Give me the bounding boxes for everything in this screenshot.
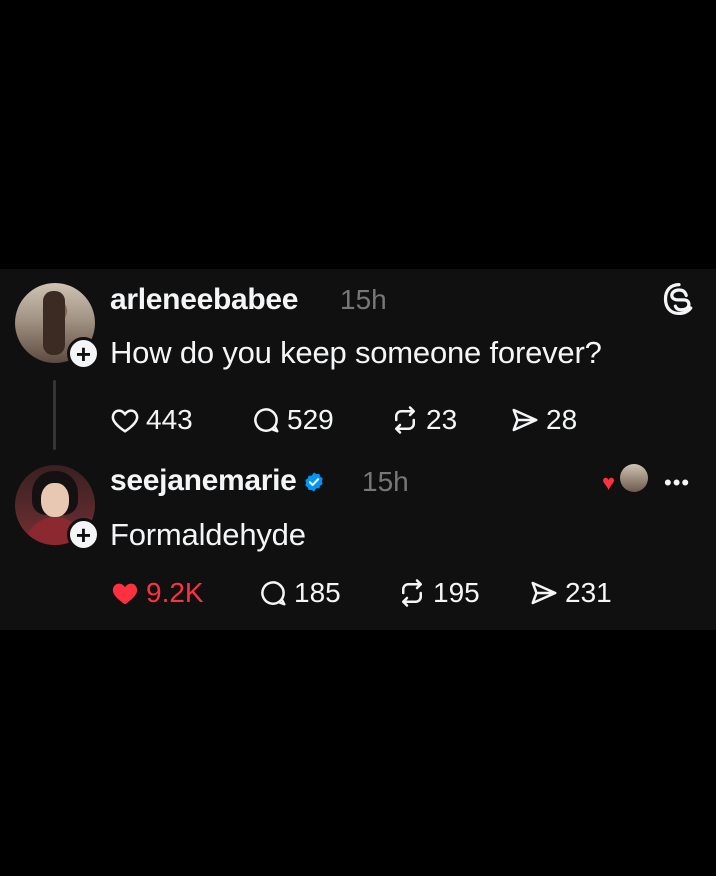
repost-count: 195 xyxy=(433,577,480,608)
author-mini-avatar xyxy=(620,464,648,492)
repost-count: 23 xyxy=(426,404,458,435)
share-button[interactable]: 231 xyxy=(529,577,612,609)
more-icon[interactable]: ••• xyxy=(664,470,690,496)
reply-timestamp: 15h xyxy=(362,466,409,497)
like-button[interactable]: 9.2K xyxy=(110,577,204,609)
share-button[interactable]: 28 xyxy=(510,404,577,436)
reply-username[interactable]: seejanemarie xyxy=(110,464,325,498)
thread-card xyxy=(0,269,716,630)
heart-icon: ♥ xyxy=(602,470,616,495)
repost-button[interactable]: 195 xyxy=(397,577,480,609)
verified-badge-icon xyxy=(304,472,323,492)
share-count: 231 xyxy=(565,577,612,608)
like-count: 443 xyxy=(146,404,193,435)
share-count: 28 xyxy=(546,404,578,435)
reply-username-text: seejanemarie xyxy=(110,464,297,497)
comment-icon xyxy=(254,408,279,433)
follow-plus-icon[interactable]: + xyxy=(67,337,100,370)
thread-connector-line xyxy=(53,380,56,450)
send-icon xyxy=(512,408,538,432)
like-button[interactable]: 443 xyxy=(110,404,193,436)
follow-plus-icon[interactable]: + xyxy=(67,518,100,551)
repost-icon xyxy=(395,406,415,434)
heart-icon xyxy=(111,409,139,433)
reply-button[interactable]: 529 xyxy=(251,404,334,436)
heart-filled-icon xyxy=(112,583,138,605)
send-icon xyxy=(531,581,557,605)
post-timestamp: 15h xyxy=(340,284,387,315)
reply-count: 185 xyxy=(294,577,341,608)
like-count: 9.2K xyxy=(146,577,204,608)
repost-button[interactable]: 23 xyxy=(390,404,457,436)
post-username[interactable]: arleneebabee xyxy=(110,283,298,317)
reply-button[interactable]: 185 xyxy=(258,577,341,609)
liked-by-author-indicator: ♥ xyxy=(600,462,648,496)
threads-logo-icon[interactable] xyxy=(661,281,697,317)
post-text: How do you keep someone forever? xyxy=(110,335,602,370)
comment-icon xyxy=(261,581,286,606)
reply-text: Formaldehyde xyxy=(110,517,306,552)
repost-icon xyxy=(402,579,422,607)
reply-count: 529 xyxy=(287,404,334,435)
